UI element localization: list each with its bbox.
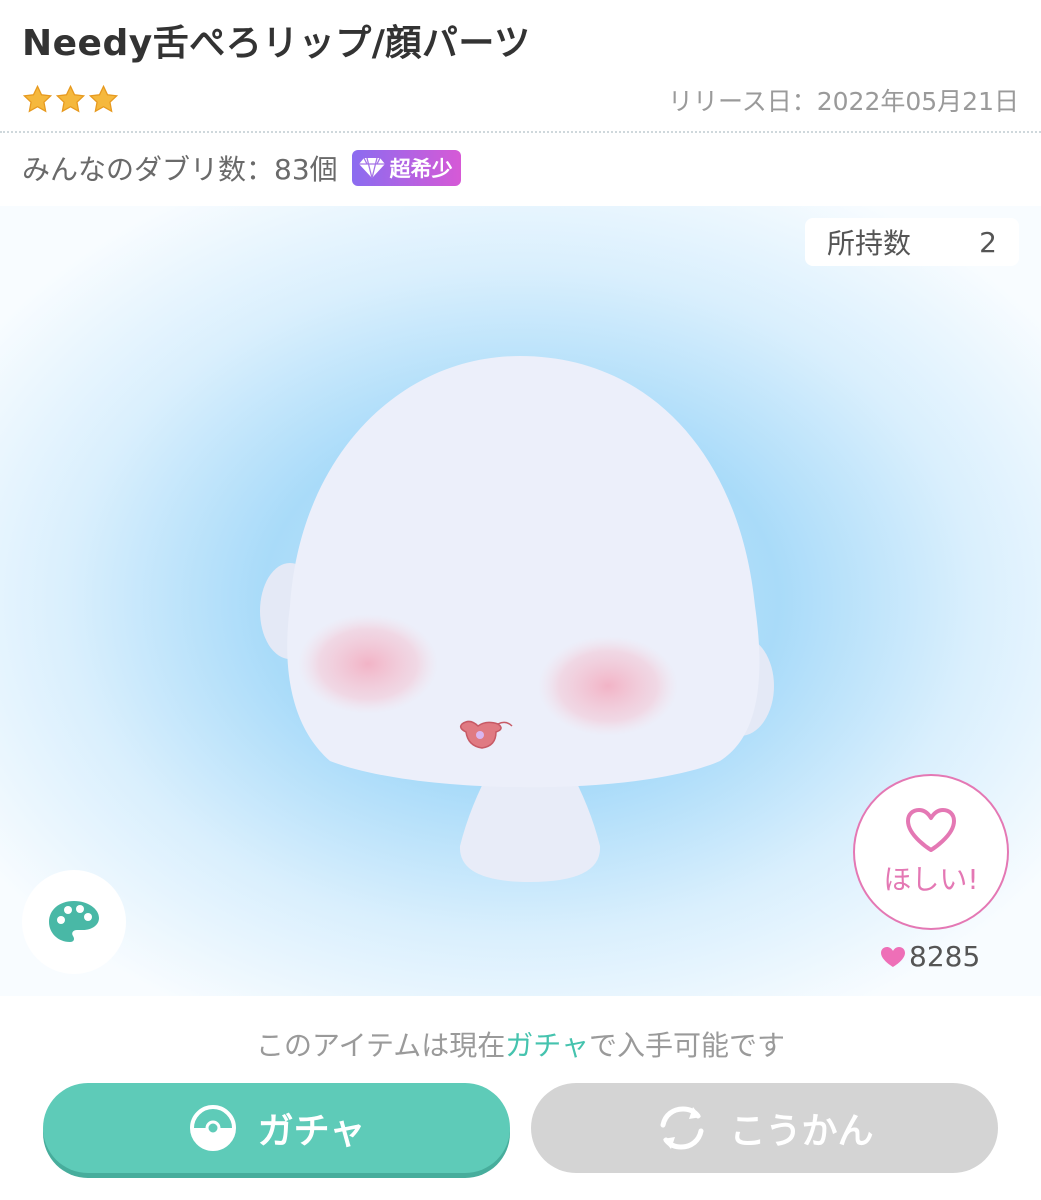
availability-notice: このアイテムは現在ガチャで入手可能です: [0, 1024, 1041, 1064]
exchange-arrows-icon: [660, 1106, 704, 1150]
like-count: 8285: [880, 940, 980, 973]
exchange-button[interactable]: こうかん: [531, 1083, 998, 1173]
availability-gacha-link: ガチャ: [505, 1029, 589, 1062]
release-value: 2022年05月21日: [816, 87, 1019, 116]
gacha-button-label: ガチャ: [257, 1111, 366, 1152]
diamond-icon: [358, 157, 385, 179]
want-button[interactable]: ほしい!: [853, 774, 1009, 930]
rarity-badge-label: 超希少: [389, 157, 453, 181]
item-title: Needy舌ぺろリップ/顔パーツ: [22, 23, 531, 64]
gacha-button[interactable]: ガチャ: [43, 1083, 510, 1173]
release-date: リリース日： 2022年05月21日: [668, 82, 1019, 118]
heart-outline-icon: [906, 808, 956, 852]
rarity-stars: [22, 84, 119, 115]
want-label: ほしい!: [883, 863, 979, 896]
like-count-value: 8285: [909, 940, 981, 973]
divider: [0, 131, 1041, 133]
dupes-value: 83個: [274, 153, 338, 186]
availability-text-after: で入手可能です: [588, 1029, 785, 1062]
star-icon: [55, 84, 86, 113]
item-preview: 所持数 2 ほしい! 8285: [0, 206, 1041, 996]
star-icon: [88, 84, 119, 113]
color-palette-button[interactable]: [22, 870, 126, 974]
star-icon: [22, 84, 53, 113]
heart-icon: [881, 946, 905, 967]
dupes-label: みんなのダブリ数：: [22, 153, 275, 186]
item-header: Needy舌ぺろリップ/顔パーツ リリース日： 2022年05月21日 みんなの…: [0, 0, 1041, 206]
palette-icon: [49, 901, 99, 942]
duplicate-count: みんなのダブリ数： 83個 超希少: [22, 148, 461, 188]
gacha-capsule-icon: [189, 1105, 236, 1151]
exchange-button-label: こうかん: [729, 1111, 874, 1152]
availability-text-before: このアイテムは現在: [256, 1029, 506, 1062]
release-label: リリース日：: [667, 87, 817, 116]
rarity-badge: 超希少: [351, 150, 461, 186]
